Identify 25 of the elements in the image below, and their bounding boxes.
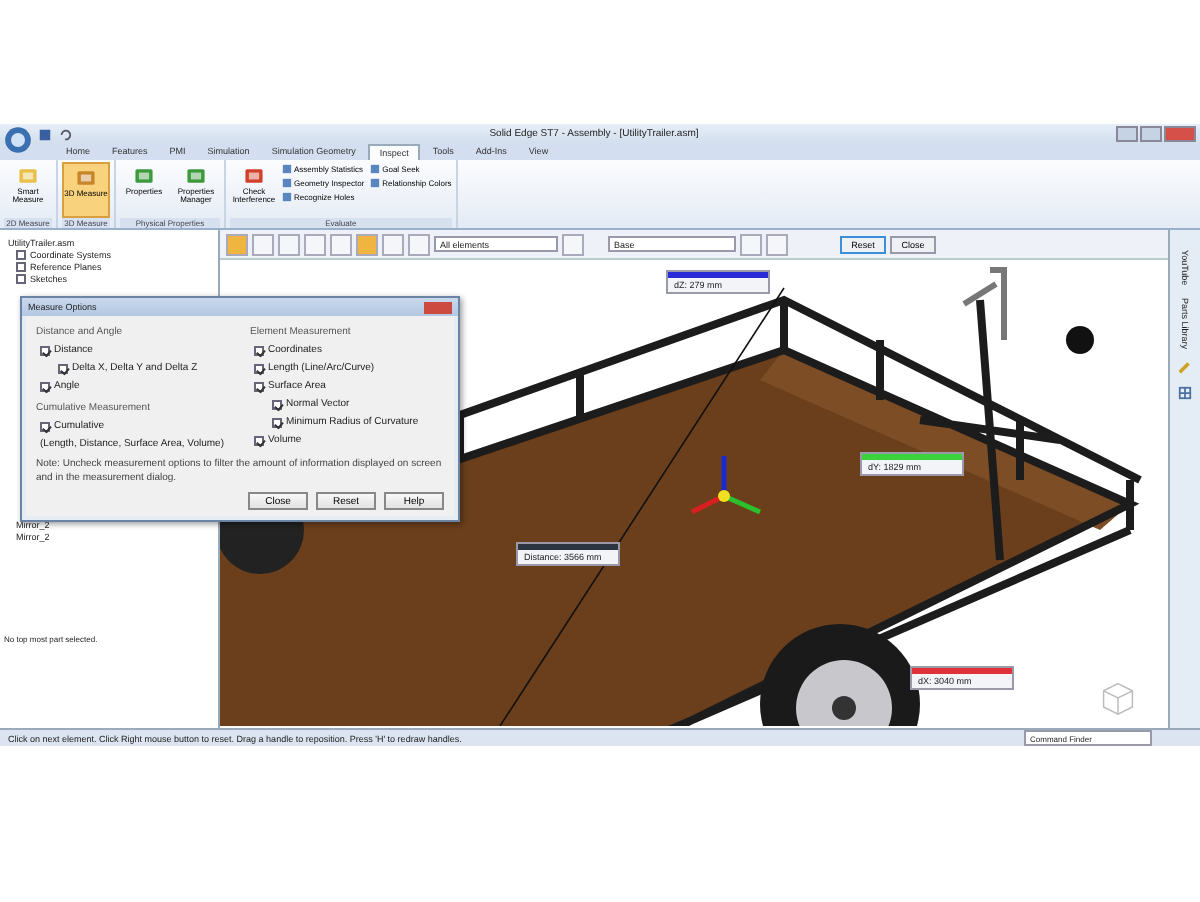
checkbox[interactable] [40,345,50,355]
checkbox[interactable] [40,381,50,391]
checkbox[interactable] [58,363,68,373]
checkbox[interactable] [16,250,26,260]
tool-icon [74,166,98,190]
checkbox[interactable] [254,363,264,373]
undo-icon[interactable] [58,127,72,141]
minimize-button[interactable] [1116,126,1138,142]
checkbox[interactable] [40,421,50,431]
checkbox[interactable] [272,417,282,427]
checkbox[interactable] [272,399,282,409]
maximize-button[interactable] [1140,126,1162,142]
app-logo-icon[interactable] [4,126,32,154]
checkbox[interactable] [254,435,264,445]
checkbox[interactable] [254,345,264,355]
checkbox[interactable] [16,274,26,284]
tool-icon [242,164,266,188]
save-icon[interactable] [38,127,52,141]
tool-icon [184,164,208,188]
tool-icon [132,164,156,188]
checkbox[interactable] [254,381,264,391]
close-button[interactable] [424,301,452,313]
grid-icon[interactable] [1178,386,1192,401]
tool-icon [16,164,40,188]
checkbox[interactable] [16,262,26,272]
